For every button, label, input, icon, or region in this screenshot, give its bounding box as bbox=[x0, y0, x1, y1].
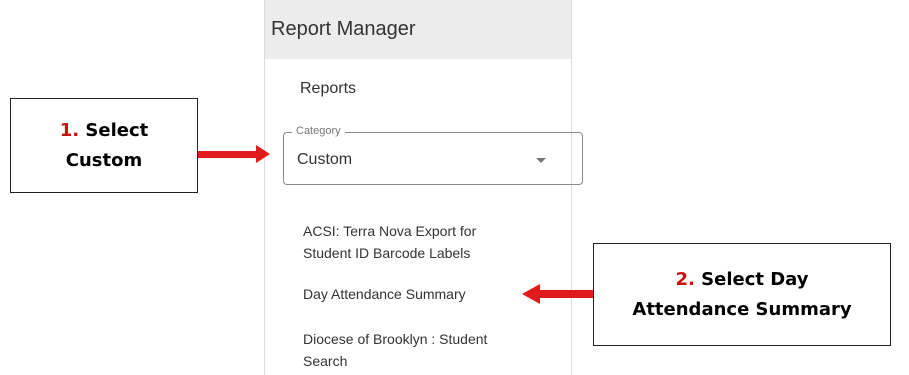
callout-text: Select bbox=[85, 119, 149, 141]
panel-header: Report Manager bbox=[265, 0, 571, 59]
report-item-label: Diocese of Brooklyn : Student bbox=[303, 331, 488, 347]
report-manager-panel: Report Manager Reports Category Custom A… bbox=[264, 0, 583, 375]
report-item-label: ACSI: Terra Nova Export for bbox=[303, 223, 477, 239]
callout-text: Attendance Summary bbox=[632, 298, 852, 320]
step-number: 1. bbox=[59, 119, 80, 141]
arrow-head-icon bbox=[256, 145, 270, 163]
page-title: Report Manager bbox=[271, 18, 416, 40]
arrow-right-icon bbox=[198, 151, 256, 158]
category-label: Category bbox=[292, 125, 345, 137]
report-item-label: Search bbox=[303, 353, 348, 369]
report-item-label: Student ID Barcode Labels bbox=[303, 245, 471, 261]
chevron-down-icon[interactable] bbox=[536, 158, 546, 163]
callout-line: 1. Select bbox=[60, 116, 148, 146]
callout-line: 2. Select Day bbox=[675, 265, 808, 295]
report-item-acsi-terra-nova[interactable]: ACSI: Terra Nova Export for Student ID B… bbox=[303, 220, 563, 264]
category-selected-value: Custom bbox=[297, 151, 353, 168]
arrow-left-icon bbox=[539, 290, 593, 298]
callout-step-1: 1. Select Custom bbox=[10, 98, 198, 193]
callout-step-2: 2. Select Day Attendance Summary bbox=[593, 243, 891, 346]
callout-text: Select Day bbox=[701, 268, 809, 290]
arrow-head-icon bbox=[522, 284, 540, 304]
report-item-diocese-of-brooklyn[interactable]: Diocese of Brooklyn : Student Search bbox=[303, 328, 563, 372]
step-number: 2. bbox=[675, 268, 695, 290]
category-select[interactable]: Category Custom bbox=[283, 125, 583, 185]
reports-section-title: Reports bbox=[300, 80, 357, 97]
callout-text: Custom bbox=[65, 149, 143, 171]
